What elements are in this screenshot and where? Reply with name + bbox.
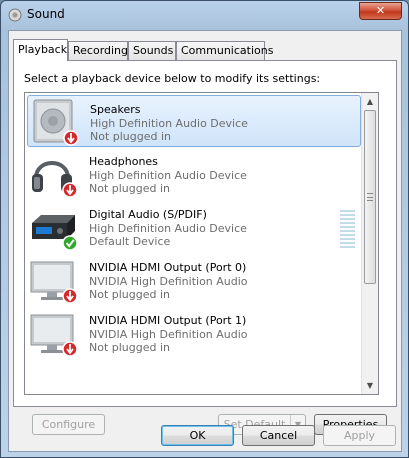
device-item-speakers[interactable]: Speakers High Definition Audio Device No… — [27, 95, 361, 147]
tab-sounds[interactable]: Sounds — [128, 41, 176, 60]
device-driver: High Definition Audio Device — [89, 222, 247, 235]
device-driver: NVIDIA High Definition Audio — [89, 275, 248, 288]
device-item-hdmi-port0[interactable]: NVIDIA HDMI Output (Port 0) NVIDIA High … — [27, 254, 361, 306]
device-item-hdmi-port1[interactable]: NVIDIA HDMI Output (Port 1) NVIDIA High … — [27, 307, 361, 359]
tab-playback[interactable]: Playback — [13, 39, 68, 61]
volume-level-meter — [340, 210, 355, 250]
sound-dialog: Sound ✕ Playback Recording Sounds Commun… — [0, 0, 409, 458]
scrollbar-grip-icon — [367, 193, 373, 201]
cancel-button[interactable]: Cancel — [242, 425, 315, 446]
title-bar[interactable]: Sound ✕ — [1, 1, 408, 29]
device-name: Digital Audio (S/PDIF) — [89, 208, 207, 221]
device-item-digital-audio[interactable]: Digital Audio (S/PDIF) High Definition A… — [27, 201, 361, 253]
window-title: Sound — [27, 7, 65, 21]
device-driver: High Definition Audio Device — [89, 169, 247, 182]
device-name: Headphones — [89, 155, 158, 168]
configure-button[interactable]: Configure — [32, 414, 105, 435]
device-driver: High Definition Audio Device — [90, 117, 248, 130]
ok-button[interactable]: OK — [161, 425, 234, 446]
device-status: Not plugged in — [89, 182, 171, 195]
instruction-text: Select a playback device below to modify… — [24, 72, 321, 85]
device-name: NVIDIA HDMI Output (Port 0) — [89, 261, 247, 274]
headphones-icon — [32, 161, 78, 198]
digital-receiver-icon — [32, 215, 78, 251]
device-list-scrollbar[interactable]: ▲ ▼ — [361, 93, 378, 394]
device-status: Not plugged in — [89, 341, 171, 354]
device-status: Not plugged in — [89, 288, 171, 301]
apply-button[interactable]: Apply — [323, 425, 396, 446]
scroll-down-arrow-icon[interactable]: ▼ — [362, 377, 378, 394]
monitor-icon — [30, 261, 78, 304]
device-driver: NVIDIA High Definition Audio — [89, 328, 248, 341]
tab-recording[interactable]: Recording — [68, 41, 128, 60]
tab-communications[interactable]: Communications — [176, 41, 273, 60]
playback-panel: Select a playback device below to modify… — [13, 60, 397, 435]
unplugged-badge-icon — [62, 182, 78, 198]
device-status: Default Device — [89, 235, 171, 248]
unplugged-badge-icon — [63, 130, 79, 146]
device-name: Speakers — [90, 103, 141, 116]
speaker-icon — [33, 99, 79, 146]
device-list[interactable]: Speakers High Definition Audio Device No… — [24, 92, 379, 395]
device-item-headphones[interactable]: Headphones High Definition Audio Device … — [27, 148, 361, 200]
monitor-icon — [30, 314, 78, 357]
device-name: NVIDIA HDMI Output (Port 1) — [89, 314, 247, 327]
unplugged-badge-icon — [62, 288, 78, 304]
sound-app-icon — [8, 8, 22, 22]
scrollbar-thumb[interactable] — [364, 110, 376, 284]
dialog-client-area: Playback Recording Sounds Communications… — [8, 30, 402, 452]
default-check-badge-icon — [62, 235, 78, 251]
scroll-up-arrow-icon[interactable]: ▲ — [362, 93, 378, 110]
close-button[interactable]: ✕ — [359, 2, 402, 20]
unplugged-badge-icon — [62, 341, 78, 357]
device-status: Not plugged in — [90, 130, 172, 143]
